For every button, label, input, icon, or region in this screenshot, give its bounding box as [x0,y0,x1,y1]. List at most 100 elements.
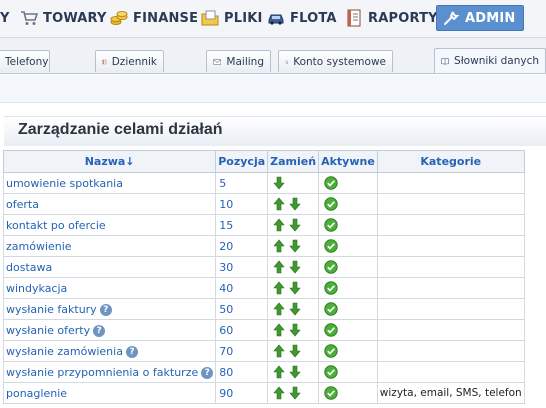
move-down-arrow-icon[interactable] [289,386,301,400]
table-row: wysłanie oferty? 60 [2,319,525,341]
move-down-arrow-icon[interactable] [289,197,301,211]
row-name-link[interactable]: wysłanie przypomnienia o fakturze [6,366,198,379]
nav-label: FINANSE [133,10,199,26]
swap-arrows [270,365,316,379]
row-position-cell: 5 [215,172,269,194]
nav-item-raporty[interactable]: RAPORTY [345,5,438,31]
active-check-icon[interactable] [324,197,338,211]
nav-item-towary[interactable]: TOWARY [20,5,107,31]
move-down-arrow-icon[interactable] [289,239,301,253]
row-categories-cell [376,256,525,278]
active-check-icon[interactable] [324,218,338,232]
tab-label: Telefony [5,55,49,68]
row-name-link[interactable]: wysłanie oferty [6,324,90,337]
row-swap-cell [267,340,320,362]
active-check-icon[interactable] [324,239,338,253]
move-down-arrow-icon[interactable] [289,302,301,316]
row-name-link[interactable]: oferta [6,198,39,211]
move-up-arrow-icon[interactable] [273,323,285,337]
row-position-cell: 15 [215,214,269,236]
row-name-link[interactable]: windykacja [6,282,67,295]
row-categories-cell [376,172,525,194]
car-icon [268,14,284,25]
active-check-icon[interactable] [324,386,338,400]
column-header-pozycja[interactable]: Pozycja [215,150,269,173]
swap-arrows [270,302,316,316]
row-active-cell [318,277,378,299]
move-down-arrow-icon[interactable] [273,176,285,190]
nav-item-admin[interactable]: ADMIN [436,5,524,31]
move-up-arrow-icon[interactable] [273,197,285,211]
row-name-cell: zamówienie [2,235,217,257]
help-icon[interactable]: ? [201,366,214,379]
active-check-icon[interactable] [324,344,338,358]
table-row: dostawa 30 [2,256,525,278]
active-check-icon[interactable] [324,281,338,295]
move-up-arrow-icon[interactable] [273,281,285,295]
swap-arrows [270,344,316,358]
page-title: Zarządzanie celami działań [18,121,223,138]
nav-item-finanse[interactable]: FINANSE [110,5,198,31]
journal-icon [102,59,107,64]
help-icon[interactable]: ? [93,324,106,337]
move-down-arrow-icon[interactable] [289,218,301,232]
move-up-arrow-icon[interactable] [273,239,285,253]
nav-item-cut-off[interactable]: Y [0,5,10,31]
move-down-arrow-icon[interactable] [289,344,301,358]
row-swap-cell [267,382,320,404]
row-name-link[interactable]: wysłanie zamówienia [6,345,123,358]
move-down-arrow-icon[interactable] [289,281,301,295]
row-name-link[interactable]: dostawa [6,261,52,274]
table-header-row: Nazwa↓ Pozycja Zamień Aktywne Kategorie [2,150,525,173]
column-header-nazwa[interactable]: Nazwa↓ [2,150,217,173]
row-name-link[interactable]: kontakt po ofercie [6,219,106,232]
move-up-arrow-icon[interactable] [273,365,285,379]
nav-label: RAPORTY [368,10,438,26]
table-row: ponaglenie 90 wizyta, email, SMS, telefon [2,382,525,404]
row-swap-cell [267,361,320,383]
tab-konto-systemowe[interactable]: Konto systemowe [278,50,393,72]
move-up-arrow-icon[interactable] [273,302,285,316]
move-up-arrow-icon[interactable] [273,344,285,358]
move-up-arrow-icon[interactable] [273,260,285,274]
row-name-link[interactable]: wysłanie faktury [6,303,97,316]
nav-label: ADMIN [465,10,516,26]
move-up-arrow-icon[interactable] [273,386,285,400]
row-name-cell: windykacja [2,277,217,299]
row-active-cell [318,235,378,257]
row-categories-cell [376,361,525,383]
row-name-link[interactable]: zamówienie [6,240,72,253]
coins-icon [110,11,128,25]
table-row: umowienie spotkania 5 [2,172,525,194]
row-name-link[interactable]: ponaglenie [6,387,67,400]
tab-dziennik[interactable]: Dziennik [95,50,164,72]
active-check-icon[interactable] [324,260,338,274]
active-check-icon[interactable] [324,365,338,379]
move-up-arrow-icon[interactable] [273,218,285,232]
tab-mailing[interactable]: Mailing [206,50,271,72]
row-categories-cell [376,319,525,341]
row-swap-cell [267,277,320,299]
row-name-cell: wysłanie oferty? [2,319,217,341]
move-down-arrow-icon[interactable] [289,260,301,274]
swap-arrows [270,218,316,232]
cart-icon [21,11,38,25]
nav-item-flota[interactable]: FLOTA [267,5,337,31]
tab-telefony[interactable]: Telefony [0,50,50,72]
top-navigation: Y TOWARY FINANSE PLIKI FLOTA RAPORTY ADM… [0,0,546,38]
move-down-arrow-icon[interactable] [289,323,301,337]
tab-slowniki-danych[interactable]: Słowniki danych [434,48,546,73]
swap-arrows [270,197,316,211]
row-swap-cell [267,319,320,341]
swap-arrows [270,323,316,337]
active-check-icon[interactable] [324,323,338,337]
table-row: oferta 10 [2,193,525,215]
nav-item-pliki[interactable]: PLIKI [201,5,263,31]
help-icon[interactable]: ? [99,303,112,316]
move-down-arrow-icon[interactable] [289,365,301,379]
active-check-icon[interactable] [324,176,338,190]
active-check-icon[interactable] [324,302,338,316]
help-icon[interactable]: ? [125,345,138,358]
table-row: kontakt po ofercie 15 [2,214,525,236]
row-name-link[interactable]: umowienie spotkania [6,177,123,190]
